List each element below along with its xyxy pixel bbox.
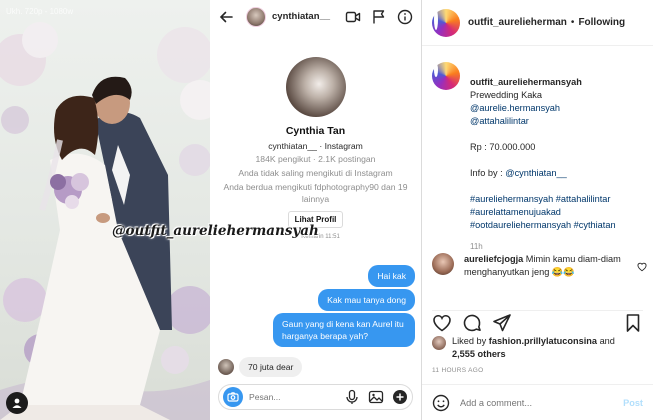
caption-mention[interactable]: @aurelie.hermansyah <box>470 102 647 115</box>
back-arrow-icon[interactable] <box>218 9 234 25</box>
dm-profile-card: Cynthia Tan cynthiatan__ · Instagram 184… <box>210 33 421 240</box>
flag-icon[interactable] <box>371 9 387 25</box>
post-caption: outfit_aurelieherman­syah Prewedding Kak… <box>432 62 647 253</box>
following-button[interactable]: Following <box>578 17 625 28</box>
comment-bubble-icon[interactable] <box>462 313 482 333</box>
caption-hashtags[interactable]: #aurelattamenujuakad <box>470 206 647 219</box>
comment-emojis: 😂😂 <box>551 267 575 277</box>
add-comment-bar: Post <box>422 384 653 420</box>
video-call-icon[interactable] <box>345 9 361 25</box>
dm-header-username[interactable]: cynthiatan__ <box>272 11 345 22</box>
dm-profile-handle: cynthiatan__ · Instagram <box>268 141 363 151</box>
caption-price: Rp : 70.000.000 <box>470 142 536 152</box>
photo-overlay-handle: @outfit_aurelieherman­syah <box>112 223 319 239</box>
post-photo[interactable]: Ukh. 720p - 1080w <box>0 0 210 420</box>
caption-username[interactable]: outfit_aurelieherman­syah <box>470 76 647 89</box>
wedding-photo-illustration <box>0 22 210 420</box>
post-author-avatar[interactable] <box>432 8 460 37</box>
camera-icon <box>227 392 239 402</box>
message-outgoing[interactable]: Kak mau tanya dong <box>318 289 415 311</box>
tagged-people-button[interactable] <box>6 392 28 414</box>
caption-time-ago: 11h <box>470 242 483 251</box>
caption-mention[interactable]: @cynthiatan__ <box>505 168 566 178</box>
caption-info-line: Info by : @cynthiatan__ <box>470 167 647 180</box>
likes-others[interactable]: 2,555 others <box>452 349 506 359</box>
likes-and: and <box>597 336 615 346</box>
message-incoming-row: 70 juta dear <box>218 357 303 377</box>
comment-item: aureliefcjogja Mimin kamu diam-diam meng… <box>432 253 647 279</box>
post-comment-button[interactable]: Post <box>623 398 643 408</box>
dm-header-avatar[interactable] <box>246 6 266 27</box>
separator-dot: • <box>570 17 575 28</box>
dm-mutual-followers: Anda berdua mengikuti fdphotography90 da… <box>223 182 408 204</box>
like-heart-icon[interactable] <box>432 313 452 333</box>
liker-avatar[interactable] <box>432 336 446 350</box>
dm-profile-name: Cynthia Tan <box>285 125 346 137</box>
message-composer <box>218 384 413 410</box>
message-incoming[interactable]: 70 juta dear <box>239 357 303 377</box>
post-action-bar <box>432 310 643 333</box>
gallery-icon[interactable] <box>368 389 384 405</box>
caption-hashtags[interactable]: #ootdaurelie­hermansyah #cythiatan <box>470 219 647 232</box>
message-outgoing[interactable]: Hai kak <box>368 265 415 287</box>
share-send-icon[interactable] <box>492 313 512 333</box>
photo-watermark: Ukh. 720p - 1080w <box>6 7 74 16</box>
message-outgoing[interactable]: Gaun yang di kena kan Aurel itu harganya… <box>273 313 415 347</box>
comment-avatar[interactable] <box>432 253 454 275</box>
comment-like-heart-icon[interactable] <box>637 259 647 272</box>
caption-hashtags[interactable]: #aurelie­hermansyah #attahalilintar <box>470 193 647 206</box>
caption-line: Prewedding Kaka <box>470 90 543 100</box>
caption-author-avatar[interactable] <box>432 62 460 90</box>
camera-button[interactable] <box>223 387 243 407</box>
liker-username[interactable]: fashion.prillylatuconsina <box>489 336 597 346</box>
likes-summary: Liked by fashion.prillylatuconsina and 2… <box>432 335 647 361</box>
caption-info-prefix: Info by : <box>470 168 506 178</box>
post-detail-panel: outfit_aurelieherman • Following outfit_… <box>422 0 653 420</box>
emoji-smile-icon[interactable] <box>432 394 450 412</box>
dm-not-following-note: Anda tidak saling mengikuti di Instagram <box>238 168 393 178</box>
post-header: outfit_aurelieherman • Following <box>422 0 653 46</box>
microphone-icon[interactable] <box>344 389 360 405</box>
sender-avatar <box>218 359 234 375</box>
dm-profile-avatar[interactable] <box>285 57 346 117</box>
dm-profile-stats: 184K pengikut · 2.1K postingan <box>255 154 376 164</box>
post-author-username[interactable]: outfit_aurelieherman <box>468 17 567 28</box>
add-comment-input[interactable] <box>460 397 624 408</box>
message-input[interactable] <box>249 392 336 402</box>
add-plus-icon[interactable] <box>392 389 408 405</box>
comment-username[interactable]: aureliefcjogja <box>464 254 523 264</box>
person-icon <box>12 398 22 408</box>
direct-message-panel: cynthiatan__ Cynthia Tan cynthiatan__ · … <box>210 0 422 420</box>
likes-prefix: Liked by <box>452 336 489 346</box>
save-bookmark-icon[interactable] <box>623 313 643 333</box>
caption-mention[interactable]: @attahalilintar <box>470 115 647 128</box>
info-icon[interactable] <box>397 9 413 25</box>
post-timestamp: 11 HOURS AGO <box>432 367 484 374</box>
dm-header: cynthiatan__ <box>210 0 421 33</box>
